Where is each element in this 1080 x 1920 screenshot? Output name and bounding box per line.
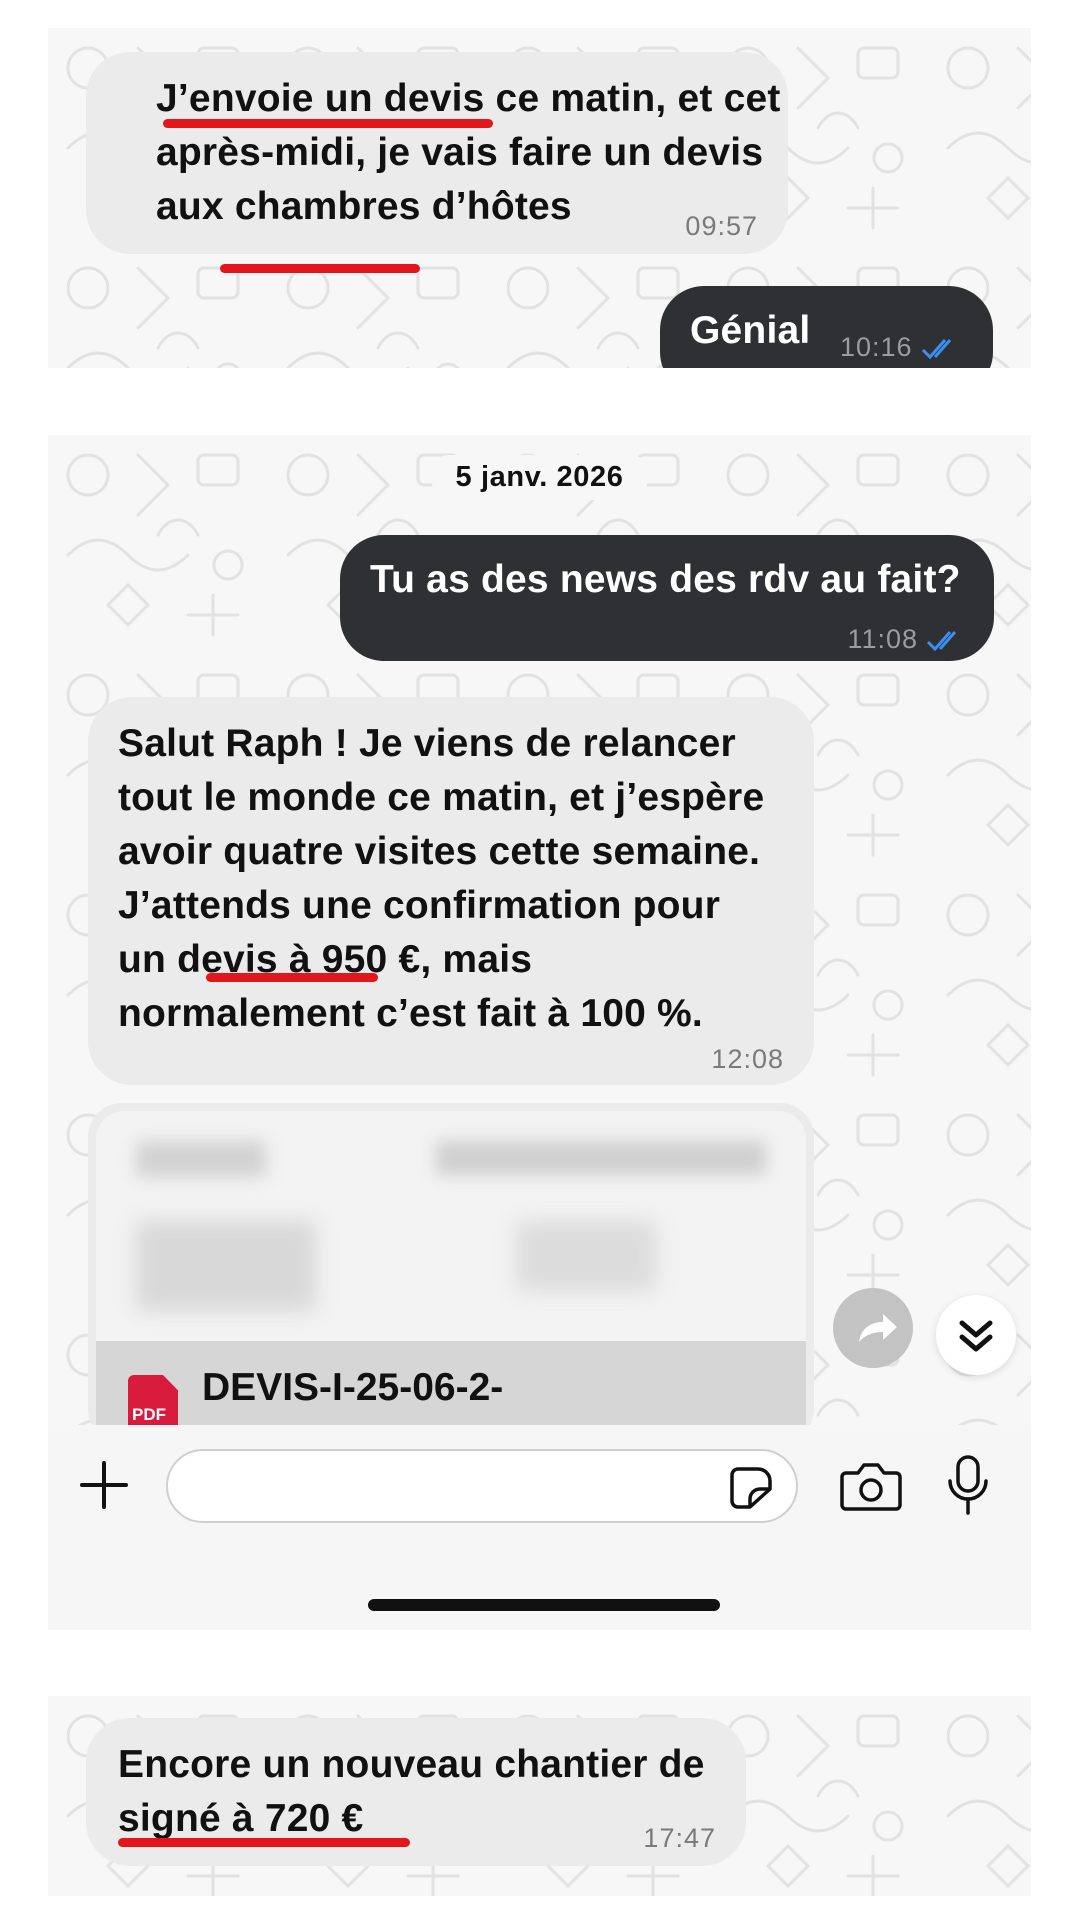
pdf-badge: PDF	[132, 1405, 166, 1424]
message-text: Génial	[690, 309, 811, 352]
chat-screenshot-2: 5 janv. 2026 Tu as des news des rdv au f…	[48, 435, 1031, 1630]
camera-icon[interactable]	[840, 1459, 902, 1513]
red-underline	[206, 973, 378, 982]
message-time: 11:08	[847, 624, 964, 655]
document-preview	[96, 1111, 806, 1341]
red-underline	[118, 1838, 410, 1847]
message-line: Salut Raph ! Je viens de relancer	[118, 722, 736, 765]
message-time: 12:08	[711, 1044, 784, 1074]
message-line: J’attends une confirmation pour	[118, 884, 721, 927]
read-ticks-icon	[926, 630, 957, 652]
forward-arrow-icon	[859, 1314, 897, 1342]
home-indicator	[368, 1599, 720, 1611]
chat-screenshot-1: J’envoie un devis ce matin, et cet après…	[48, 28, 1031, 368]
message-input-bar	[48, 1425, 1031, 1630]
outgoing-message[interactable]: Tu as des news des rdv au fait? 11:08	[340, 535, 994, 661]
date-separator: 5 janv. 2026	[431, 455, 648, 500]
red-underline	[163, 119, 493, 128]
chat-screenshot-3: Encore un nouveau chantier de signé à 72…	[48, 1696, 1031, 1896]
microphone-icon[interactable]	[946, 1453, 990, 1517]
plus-icon[interactable]	[76, 1457, 132, 1513]
message-line: après-midi, je vais faire un devis	[156, 131, 764, 174]
message-time-text: 10:16	[840, 332, 913, 362]
outgoing-message[interactable]: Génial 10:16	[660, 286, 993, 368]
message-time-text: 11:08	[847, 624, 918, 654]
forward-button[interactable]	[833, 1288, 913, 1368]
scroll-to-bottom-button[interactable]	[936, 1295, 1016, 1375]
read-ticks-icon	[921, 338, 951, 360]
message-line: avoir quatre visites cette semaine.	[118, 830, 761, 873]
sticker-icon[interactable]	[728, 1465, 774, 1511]
double-chevron-down-icon	[959, 1320, 993, 1352]
document-filename: DEVIS-I-25-06-2-	[202, 1366, 504, 1409]
message-line: normalement c’est fait à 100 %.	[118, 992, 703, 1035]
message-line: J’envoie un devis ce matin, et cet	[156, 77, 781, 120]
incoming-message[interactable]: Salut Raph ! Je viens de relancer tout l…	[88, 697, 814, 1085]
message-line: tout le monde ce matin, et j’espère	[118, 776, 765, 819]
red-underline	[220, 264, 420, 273]
message-time: 09:57	[685, 211, 758, 241]
message-text: Tu as des news des rdv au fait?	[370, 558, 961, 601]
incoming-message[interactable]: J’envoie un devis ce matin, et cet après…	[86, 52, 788, 254]
message-time: 17:47	[643, 1823, 716, 1853]
message-time: 10:16	[840, 332, 959, 363]
document-message[interactable]: PDF DEVIS-I-25-06-2- GARRIGUE.pdf	[88, 1103, 814, 1443]
message-line: Encore un nouveau chantier de	[118, 1743, 705, 1786]
message-input[interactable]	[166, 1449, 798, 1523]
